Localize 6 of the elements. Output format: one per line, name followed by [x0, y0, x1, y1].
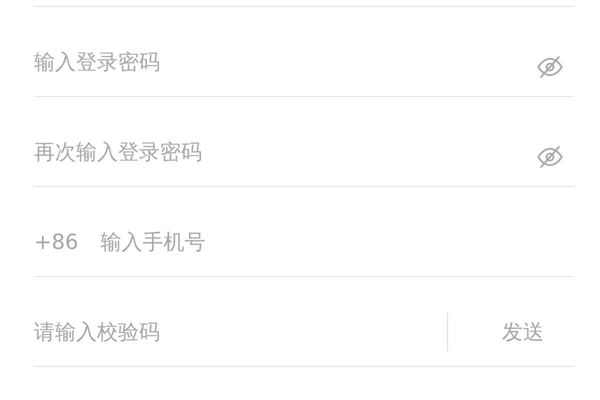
input-field[interactable]: 再次输入登录密码: [34, 140, 536, 164]
input-field[interactable]: 输入登录密码: [34, 50, 536, 74]
send-button[interactable]: 发送: [502, 318, 544, 346]
input-field[interactable]: 请输入校验码: [34, 320, 447, 344]
country-code: +86: [34, 230, 78, 254]
input-field[interactable]: 输入手机号: [100, 230, 574, 254]
